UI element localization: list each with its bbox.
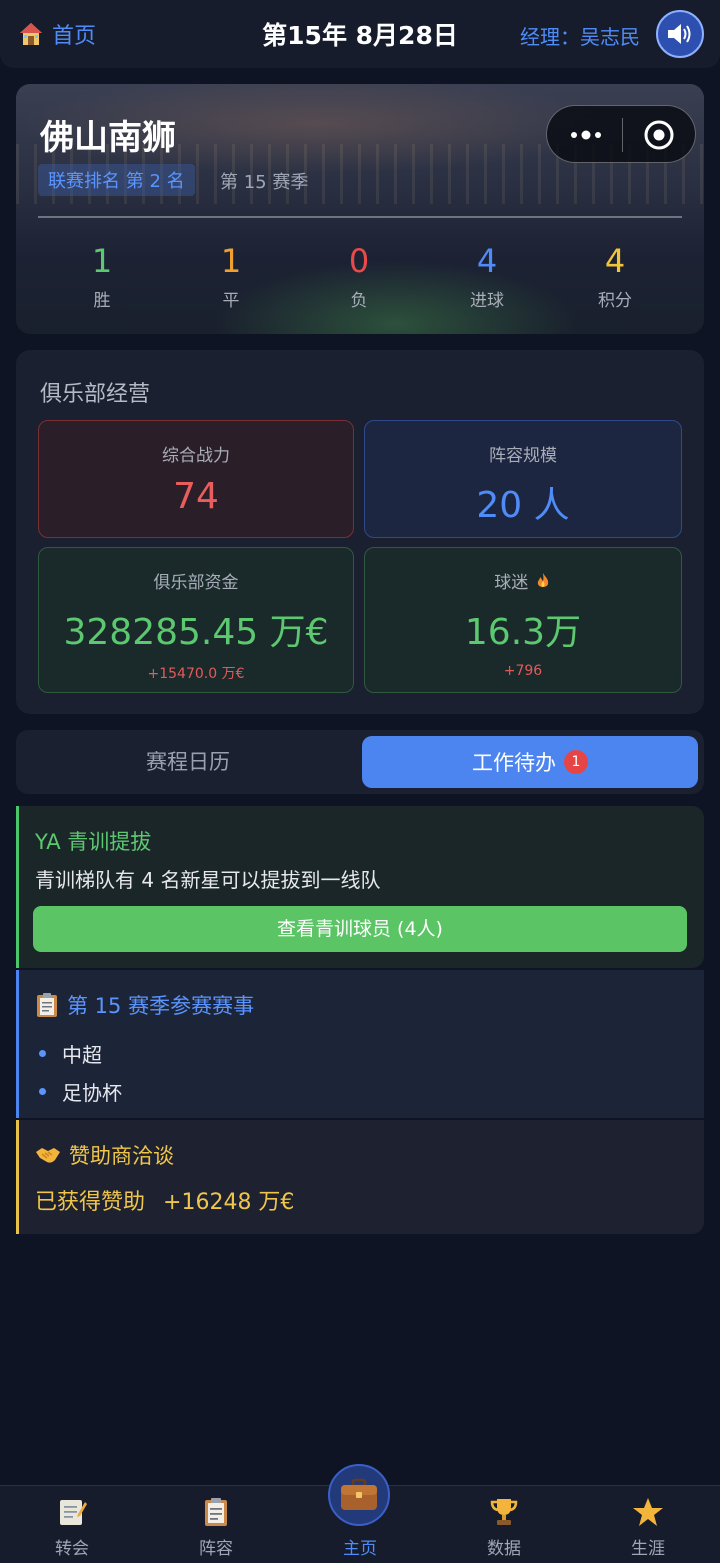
briefcase-icon xyxy=(341,1478,377,1510)
stat-label: 负 xyxy=(350,291,368,311)
squad-value: 20 人 xyxy=(476,485,570,526)
sponsor-amount: +16248 万€ xyxy=(163,1190,295,1215)
todo-description: 青训梯队有 4 名新星可以提拔到一线队 xyxy=(35,868,381,892)
funds-label: 俱乐部资金 xyxy=(153,573,239,593)
fire-icon xyxy=(537,573,548,587)
funds-delta: +15470.0 万€ xyxy=(147,666,245,682)
nav-transfer[interactable]: 转会 xyxy=(0,1486,144,1563)
nav-career[interactable]: 生涯 xyxy=(576,1486,720,1563)
todo-title: 第 15 赛季参赛赛事 xyxy=(67,994,255,1018)
power-label: 综合战力 xyxy=(162,446,230,466)
list-item: 中超 xyxy=(39,1034,122,1072)
todo-season-competitions: 第 15 赛季参赛赛事 中超 足协杯 xyxy=(16,970,704,1118)
speaker-icon xyxy=(668,24,691,44)
stat-points: 4 积分 xyxy=(565,242,665,311)
funds-card[interactable]: 俱乐部资金 328285.45 万€ +15470.0 万€ xyxy=(38,547,354,693)
banner-divider xyxy=(38,216,682,218)
list-item: 足协杯 xyxy=(39,1072,122,1110)
tab-todo-label: 工作待办 xyxy=(472,751,556,775)
stat-value: 1 xyxy=(91,242,113,280)
fans-label: 球迷 xyxy=(494,573,529,593)
todo-title: 赞助商洽谈 xyxy=(69,1144,174,1168)
capsule-divider xyxy=(622,118,623,152)
todo-title: YA 青训提拔 xyxy=(35,830,152,854)
miniprogram-capsule xyxy=(546,105,696,163)
fans-label-row: 球迷 xyxy=(365,568,681,593)
stat-label: 积分 xyxy=(598,291,632,311)
power-card[interactable]: 综合战力 74 xyxy=(38,420,354,538)
team-banner: 佛山南狮 联赛排名 第 2 名 第 15 赛季 1 胜 1 平 0 负 4 进球… xyxy=(16,84,704,334)
close-target-icon[interactable] xyxy=(643,119,675,151)
funds-value: 328285.45 万€ xyxy=(63,612,329,653)
stat-label: 胜 xyxy=(93,291,111,311)
competition-name: 足协杯 xyxy=(62,1080,122,1105)
nav-label: 转会 xyxy=(55,1539,89,1559)
power-value: 74 xyxy=(173,476,219,517)
todo-sponsor: 赞助商洽谈 已获得赞助 +16248 万€ xyxy=(16,1120,704,1234)
nav-label: 阵容 xyxy=(199,1539,233,1559)
manager-name[interactable]: 经理：吴志民 xyxy=(520,21,640,50)
stat-label: 进球 xyxy=(470,291,504,311)
bullet-icon xyxy=(39,1087,46,1095)
todo-title-row: 第 15 赛季参赛赛事 xyxy=(35,990,254,1020)
clipboard-icon xyxy=(37,993,57,1017)
trophy-icon xyxy=(490,1499,518,1525)
stat-value: 4 xyxy=(604,242,626,280)
bullet-icon xyxy=(39,1049,46,1057)
home-nav-button[interactable] xyxy=(328,1464,390,1526)
stat-value: 1 xyxy=(220,242,242,280)
club-operations-panel: 俱乐部经营 综合战力 74 阵容规模 20 人 俱乐部资金 328285.45 … xyxy=(16,350,704,714)
tab-bar: 赛程日历 工作待办 1 xyxy=(16,730,704,794)
todo-title-row: 赞助商洽谈 xyxy=(35,1140,174,1170)
nav-label: 主页 xyxy=(343,1539,377,1559)
more-icon[interactable] xyxy=(569,125,603,145)
fans-value: 16.3万 xyxy=(464,612,582,653)
stat-label: 平 xyxy=(222,291,240,311)
squad-label: 阵容规模 xyxy=(489,446,557,466)
nav-data[interactable]: 数据 xyxy=(432,1486,576,1563)
fans-card[interactable]: 球迷 16.3万 +796 xyxy=(364,547,682,693)
todo-count-badge: 1 xyxy=(564,750,588,774)
sound-button[interactable] xyxy=(656,10,704,58)
section-title: 俱乐部经营 xyxy=(40,382,151,407)
clipboard-icon xyxy=(205,1498,227,1526)
sponsor-amount-row: 已获得赞助 +16248 万€ xyxy=(35,1184,294,1216)
sponsor-amount-label: 已获得赞助 xyxy=(35,1190,146,1215)
stat-value: 4 xyxy=(476,242,498,280)
league-rank-badge: 联赛排名 第 2 名 xyxy=(38,164,195,196)
top-bar: 首页 第15年 8月28日 经理：吴志民 xyxy=(0,0,720,68)
stat-value: 0 xyxy=(348,242,370,280)
memo-icon xyxy=(60,1500,87,1525)
squad-card[interactable]: 阵容规模 20 人 xyxy=(364,420,682,538)
stat-goals: 4 进球 xyxy=(437,242,537,311)
team-name: 佛山南狮 xyxy=(40,118,176,158)
nav-label: 生涯 xyxy=(631,1539,665,1559)
star-icon xyxy=(633,1498,663,1526)
tab-todo[interactable]: 工作待办 1 xyxy=(362,736,698,788)
stat-draws: 1 平 xyxy=(181,242,281,311)
todo-youth-promotion: YA 青训提拔 青训梯队有 4 名新星可以提拔到一线队 查看青训球员 (4人) xyxy=(16,806,704,968)
competition-name: 中超 xyxy=(62,1042,102,1067)
competition-list: 中超 足协杯 xyxy=(39,1034,122,1110)
stat-wins: 1 胜 xyxy=(52,242,152,311)
fans-delta: +796 xyxy=(503,663,543,679)
handshake-icon xyxy=(36,1148,60,1163)
nav-label: 数据 xyxy=(487,1539,521,1559)
season-label: 第 15 赛季 xyxy=(220,172,309,193)
tab-schedule[interactable]: 赛程日历 xyxy=(16,730,360,794)
stat-losses: 0 负 xyxy=(309,242,409,311)
nav-squad[interactable]: 阵容 xyxy=(144,1486,288,1563)
view-youth-players-button[interactable]: 查看青训球员 (4人) xyxy=(33,906,687,952)
